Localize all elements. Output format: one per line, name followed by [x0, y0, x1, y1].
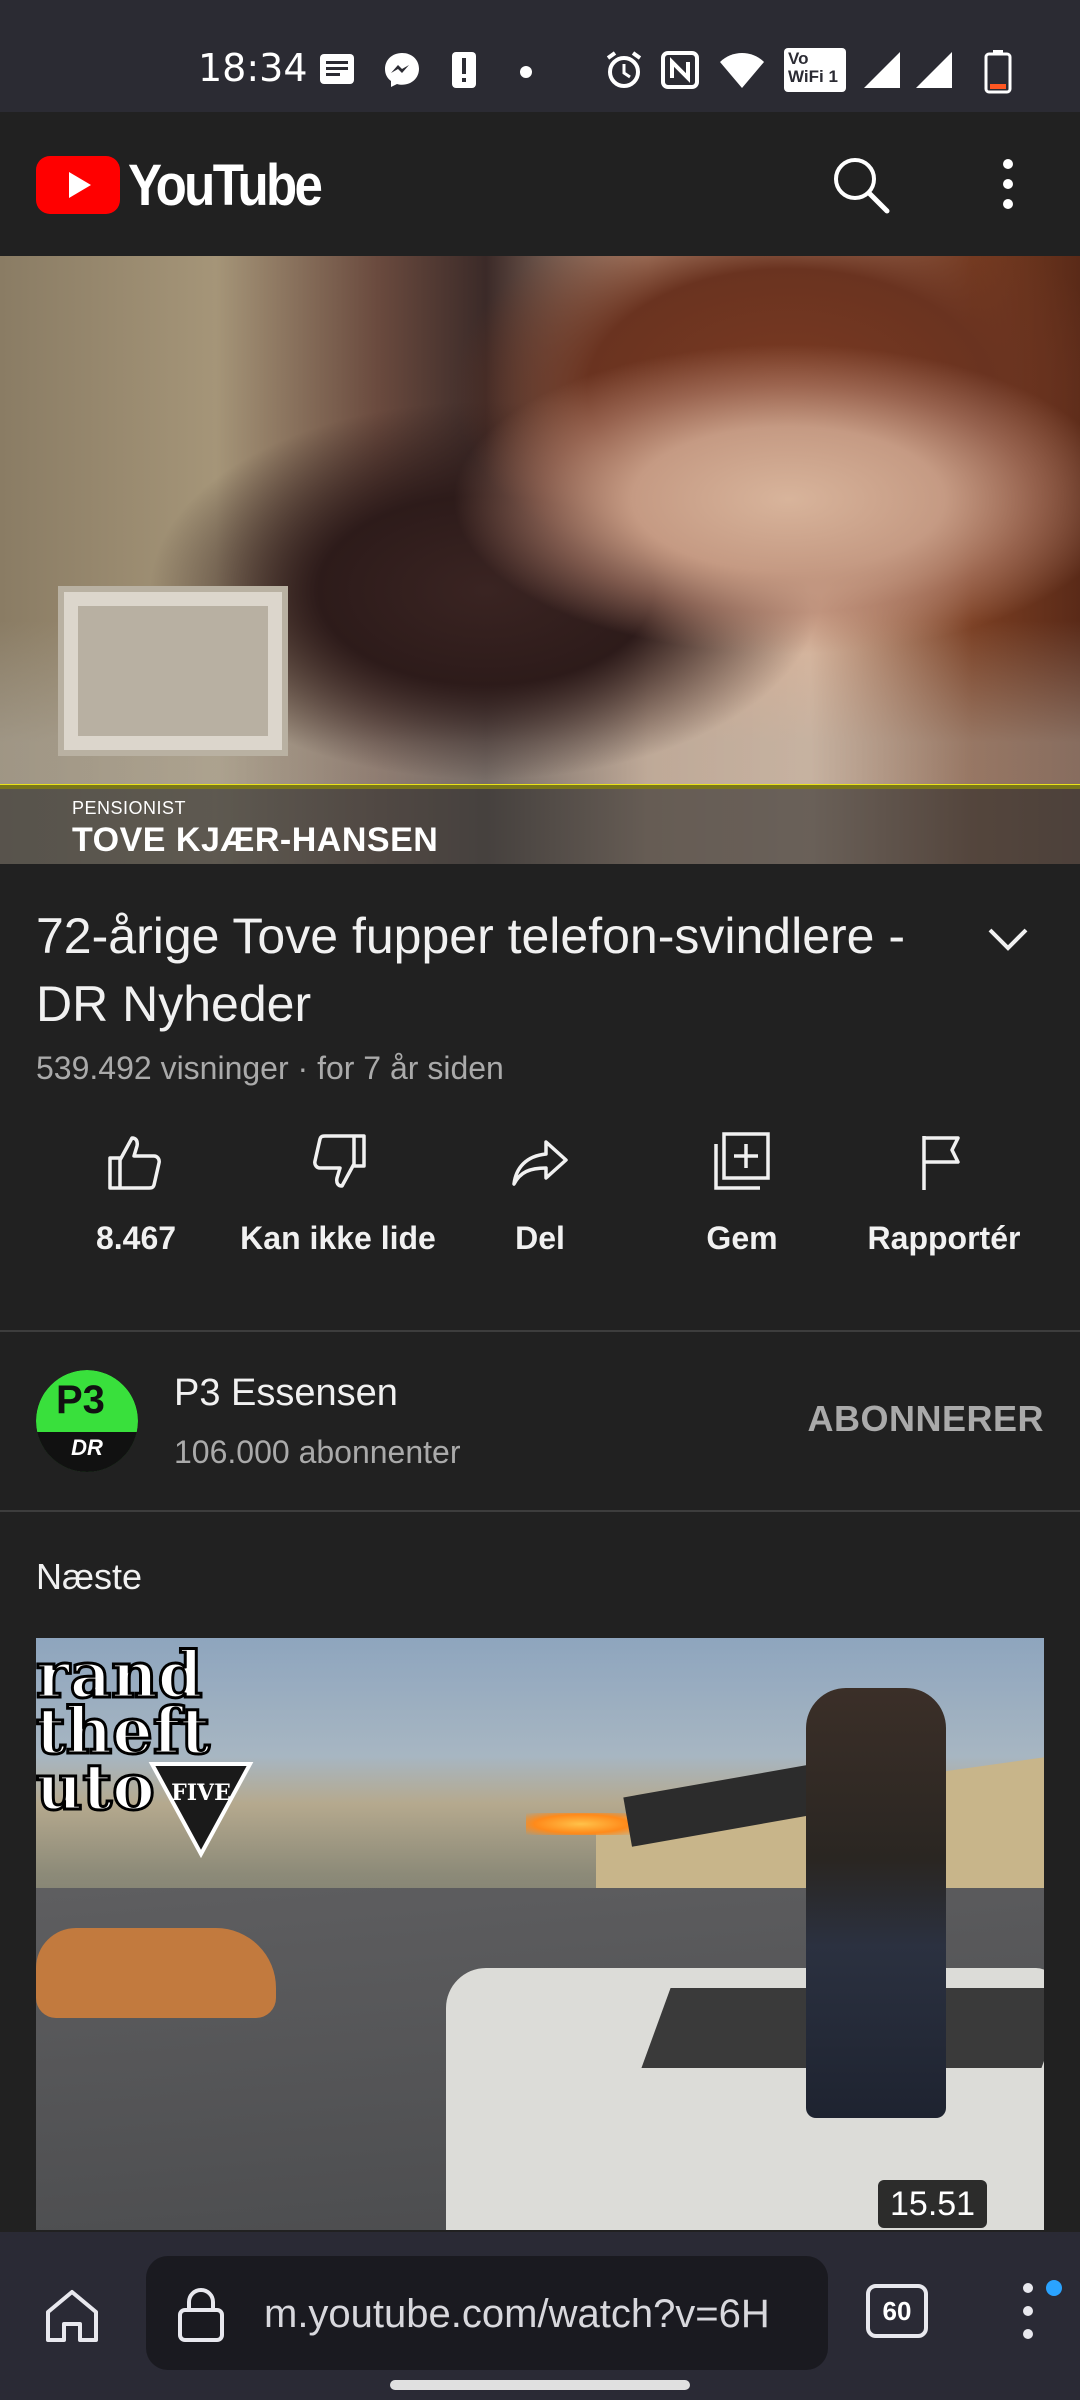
- address-bar[interactable]: m.youtube.com/watch?v=6H: [146, 2256, 828, 2370]
- like-count: 8.467: [95, 1220, 177, 1256]
- vowifi-icon: Vo WiFi 1: [784, 48, 846, 92]
- search-icon[interactable]: [828, 152, 892, 216]
- divider: [0, 1330, 1080, 1332]
- divider: [0, 1510, 1080, 1512]
- video-duration: 15.51: [878, 2180, 988, 2228]
- svg-text:FIVE: FIVE: [171, 1780, 231, 1806]
- share-icon: [512, 1140, 568, 1186]
- thumbs-down-icon: [313, 1134, 366, 1188]
- report-label: Rapportér: [867, 1220, 1021, 1256]
- alert-icon: [452, 52, 476, 88]
- app-bar: YouTube: [0, 112, 1080, 256]
- person-shape: [806, 1688, 946, 2118]
- gesture-bar[interactable]: [390, 2380, 690, 2390]
- browser-toolbar: m.youtube.com/watch?v=6H 60: [0, 2232, 1080, 2400]
- channel-name[interactable]: P3 Essensen: [174, 1372, 398, 1415]
- chevron-down-icon[interactable]: [984, 914, 1032, 962]
- share-button[interactable]: Del: [440, 1130, 640, 1256]
- notes-icon: [320, 54, 354, 84]
- action-bar: 8.467 Kan ikke lide Del Gem Rapportér: [0, 1130, 1080, 1330]
- up-next-label: Næste: [36, 1556, 143, 1597]
- wifi-icon: [720, 53, 764, 88]
- subscriber-count: 106.000 abonnenter: [174, 1434, 461, 1470]
- channel-avatar[interactable]: P3 DR: [36, 1370, 138, 1472]
- photo-frame: [58, 586, 288, 756]
- home-icon[interactable]: [40, 2284, 104, 2348]
- notification-dot: [1046, 2280, 1062, 2296]
- video-player[interactable]: PENSIONIST TOVE KJÆR-HANSEN: [0, 256, 1080, 864]
- video-title[interactable]: 72-årige Tove fupper telefon-svindlere -…: [36, 902, 976, 1038]
- youtube-wordmark[interactable]: YouTube: [128, 152, 323, 219]
- add-to-playlist-icon: [714, 1132, 770, 1190]
- nfc-icon: [661, 51, 699, 89]
- dislike-button[interactable]: Kan ikke lide: [238, 1130, 438, 1256]
- messenger-icon: [385, 53, 419, 87]
- battery-icon: [984, 50, 1012, 94]
- flag-icon: [922, 1136, 960, 1190]
- url-text[interactable]: m.youtube.com/watch?v=6H: [264, 2292, 770, 2337]
- more-vert-icon[interactable]: [982, 152, 1022, 216]
- video-meta: 539.492 visninger · for 7 år siden: [36, 1050, 504, 1086]
- youtube-logo-icon[interactable]: [36, 156, 120, 214]
- car-shape: [36, 1928, 276, 2018]
- avatar-text-bottom: DR: [36, 1432, 138, 1472]
- browser-menu-icon[interactable]: [1008, 2276, 1048, 2346]
- thumbs-up-icon: [108, 1136, 161, 1190]
- like-button[interactable]: 8.467: [36, 1130, 236, 1256]
- up-next-thumbnail[interactable]: rand theft uto FIVE: [36, 1638, 1044, 2230]
- status-bar: 18:34 Vo WiFi 1: [0, 0, 1080, 112]
- status-time: 18:34: [198, 46, 308, 90]
- tab-switcher-button[interactable]: 60: [866, 2284, 928, 2338]
- subscribe-button[interactable]: ABONNERER: [807, 1398, 1044, 1440]
- report-button[interactable]: Rapportér: [844, 1130, 1044, 1256]
- video-frame: [0, 256, 1080, 864]
- alarm-icon: [606, 51, 642, 88]
- save-label: Gem: [706, 1220, 778, 1256]
- lower-third-name: TOVE KJÆR-HANSEN: [72, 821, 439, 859]
- lower-third-role: PENSIONIST: [72, 798, 187, 818]
- share-label: Del: [515, 1220, 565, 1256]
- save-button[interactable]: Gem: [642, 1130, 842, 1256]
- signal-icon: [864, 52, 900, 88]
- signal-icon-2: [916, 52, 952, 88]
- dot-icon: [520, 66, 532, 78]
- lock-icon[interactable]: [176, 2286, 226, 2342]
- five-logo-icon: FIVE: [148, 1762, 254, 1858]
- avatar-text-top: P3: [56, 1378, 105, 1422]
- dislike-label: Kan ikke lide: [240, 1220, 436, 1256]
